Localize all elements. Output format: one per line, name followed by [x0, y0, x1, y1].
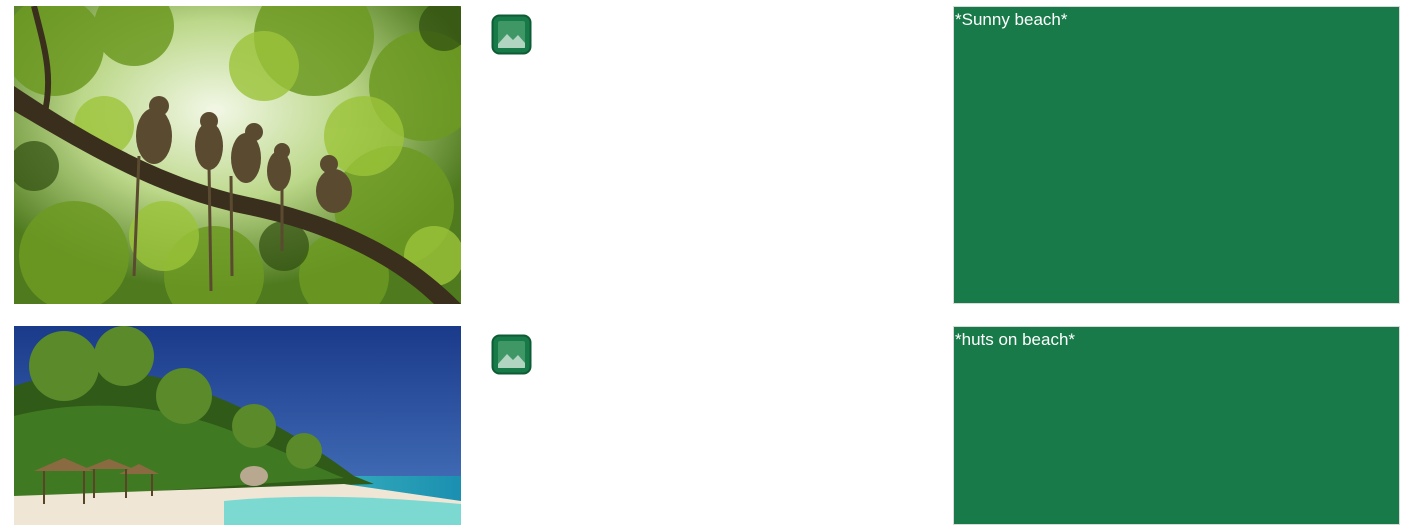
photo-monkeys: [14, 6, 461, 304]
image-row: *huts on beach*: [0, 326, 1420, 525]
image-row: *Sunny beach*: [0, 6, 1420, 304]
image-icon-graphic: [491, 14, 532, 55]
photo-beach-huts: [14, 326, 461, 525]
image-icon-graphic: [491, 334, 532, 375]
monkeys-photo-graphic: [14, 6, 461, 304]
image-icon[interactable]: [491, 14, 532, 55]
beach-photo-graphic: [14, 326, 461, 525]
alt-text-panel: *huts on beach*: [953, 326, 1400, 525]
alt-text-panel: *Sunny beach*: [953, 6, 1400, 304]
image-list: *Sunny beach* *huts on beach*: [0, 0, 1420, 525]
alt-text-label: *huts on beach*: [955, 330, 1076, 349]
image-icon[interactable]: [491, 334, 532, 375]
alt-text-label: *Sunny beach*: [955, 10, 1068, 29]
